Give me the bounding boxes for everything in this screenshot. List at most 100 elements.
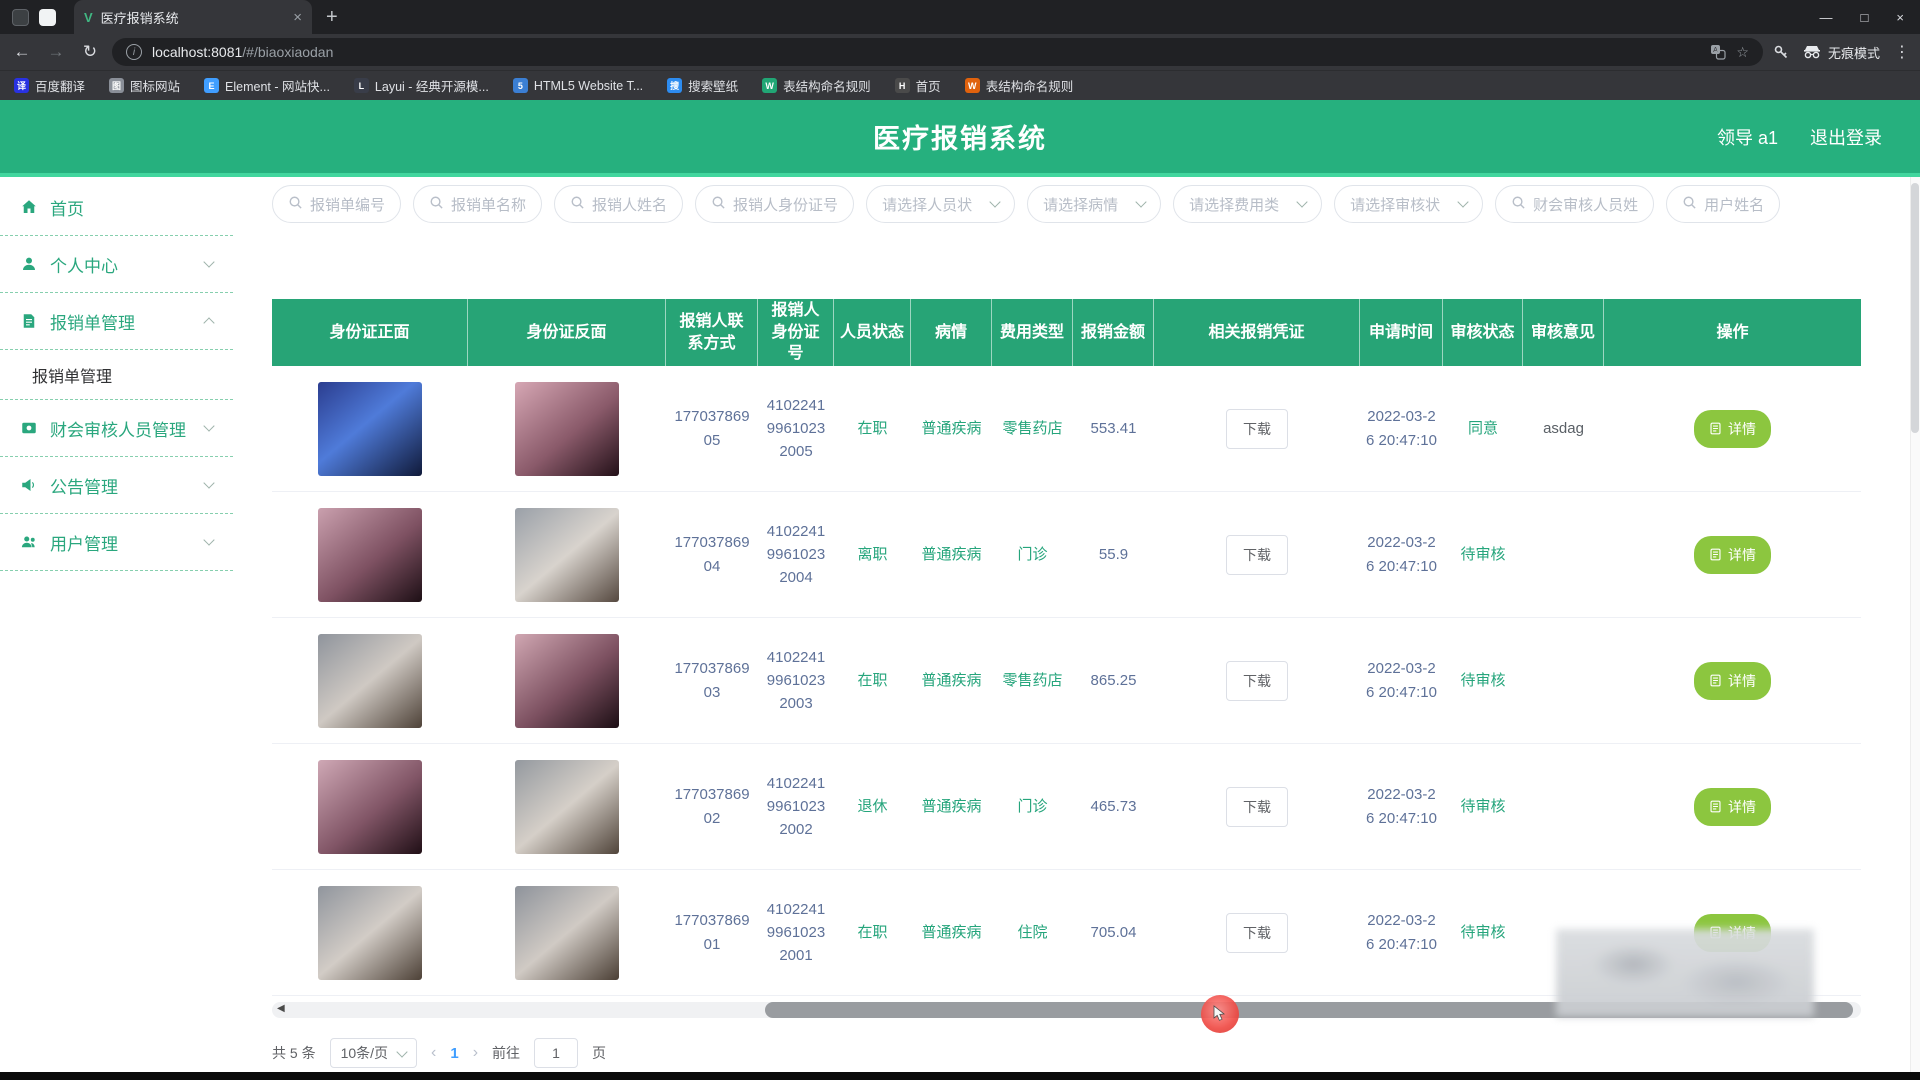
address-bar[interactable]: i localhost:8081/#/biaoxiaodan A ☆: [112, 38, 1763, 66]
pinned-tab-icon-2[interactable]: [39, 9, 56, 26]
filter-select-5[interactable]: 请选择病情: [1027, 185, 1161, 223]
table-column-header: 相关报销凭证: [1154, 299, 1360, 366]
download-button[interactable]: 下载: [1226, 787, 1288, 827]
key-icon[interactable]: [1773, 44, 1789, 60]
cell-fee_type: 住院: [992, 921, 1073, 944]
cell-voucher: 下载: [1154, 535, 1360, 575]
id-card-front-photo: [318, 886, 422, 980]
notice-icon: [20, 476, 38, 494]
id-card-back-photo: [515, 886, 619, 980]
filter-select-6[interactable]: 请选择费用类: [1173, 185, 1322, 223]
vertical-scrollbar-thumb[interactable]: [1911, 183, 1919, 433]
bookmark-item[interactable]: EElement - 网站快...: [204, 76, 330, 95]
reload-icon[interactable]: ↻: [78, 42, 102, 62]
bookmark-label: 表结构命名规则: [986, 76, 1074, 95]
logout-link[interactable]: 退出登录: [1810, 124, 1882, 150]
url-host: localhost:8081: [152, 44, 242, 60]
bookmark-star-icon[interactable]: ☆: [1736, 44, 1749, 61]
detail-button[interactable]: 详情: [1694, 410, 1771, 448]
pinned-tab-icon[interactable]: [12, 9, 29, 26]
detail-button-label: 详情: [1728, 545, 1756, 565]
detail-button[interactable]: 详情: [1694, 788, 1771, 826]
filter-input-8[interactable]: 财会审核人员姓: [1495, 185, 1654, 223]
sidebar-item-4[interactable]: 公告管理: [0, 457, 233, 514]
current-page[interactable]: 1: [450, 1045, 458, 1062]
cell-text: 410224199610232002: [764, 772, 828, 842]
filter-placeholder: 请选择人员状: [882, 194, 972, 215]
bookmark-item[interactable]: W表结构命名规则: [762, 76, 871, 95]
download-button[interactable]: 下载: [1226, 409, 1288, 449]
id-card-front-photo: [318, 382, 422, 476]
bookmark-favicon: L: [354, 78, 369, 93]
window-minimize-button[interactable]: —: [1820, 10, 1833, 25]
current-user[interactable]: 领导 a1: [1717, 124, 1778, 150]
filter-input-9[interactable]: 用户姓名: [1666, 185, 1780, 223]
forward-icon[interactable]: →: [44, 42, 68, 62]
filter-input-3[interactable]: 报销人身份证号: [695, 185, 854, 223]
download-button[interactable]: 下载: [1226, 535, 1288, 575]
chevron-down-icon: [1296, 196, 1307, 207]
bookmark-item[interactable]: H首页: [895, 76, 941, 95]
cell-amount: 705.04: [1073, 921, 1154, 944]
detail-button-label: 详情: [1728, 419, 1756, 439]
cell-text: 17703786901: [672, 909, 752, 956]
bookmark-item[interactable]: 5HTML5 Website T...: [513, 78, 643, 93]
next-page-button[interactable]: ›: [473, 1044, 478, 1062]
window-close-button[interactable]: ×: [1896, 10, 1904, 25]
bookmark-item[interactable]: 图图标网站: [109, 76, 180, 95]
tab-close-icon[interactable]: ×: [293, 9, 302, 26]
table-column-header: 报销人身份证号: [758, 299, 834, 366]
page-size-select[interactable]: 10条/页: [330, 1038, 417, 1068]
cell-text: 17703786904: [672, 531, 752, 578]
filter-input-2[interactable]: 报销人姓名: [554, 185, 683, 223]
finance-icon: [20, 419, 38, 437]
bookmark-item[interactable]: W表结构命名规则: [965, 76, 1074, 95]
site-info-icon[interactable]: i: [126, 44, 142, 60]
id-card-back-photo: [515, 634, 619, 728]
sidebar-item-5[interactable]: 用户管理: [0, 514, 233, 571]
filter-select-4[interactable]: 请选择人员状: [866, 185, 1015, 223]
bookmark-item[interactable]: 译百度翻译: [14, 76, 85, 95]
cell-photo_back: [468, 760, 666, 854]
reimbursement-table: 身份证正面身份证反面报销人联系方式报销人身份证号人员状态病情费用类型报销金额相关…: [272, 299, 1861, 996]
prev-page-button[interactable]: ‹: [431, 1044, 436, 1062]
filter-select-7[interactable]: 请选择审核状: [1334, 185, 1483, 223]
back-icon[interactable]: ←: [10, 42, 34, 62]
browser-tab-strip: V 医疗报销系统 × + — □ ×: [0, 0, 1920, 34]
table-row: 17703786902410224199610232002退休普通疾病门诊465…: [272, 744, 1861, 870]
table-column-header: 人员状态: [834, 299, 911, 366]
sidebar-item-3[interactable]: 财会审核人员管理: [0, 400, 233, 457]
window-controls: — □ ×: [1820, 0, 1904, 34]
cell-photo_front: [272, 760, 468, 854]
sidebar-item-2[interactable]: 报销单管理: [0, 293, 233, 350]
filter-placeholder: 请选择病情: [1043, 194, 1118, 215]
translate-icon[interactable]: A: [1710, 44, 1726, 60]
download-button[interactable]: 下载: [1226, 661, 1288, 701]
bookmark-item[interactable]: LLayui - 经典开源模...: [354, 76, 489, 95]
chevron-down-icon: [989, 196, 1000, 207]
cell-illness: 普通疾病: [911, 669, 992, 692]
filter-input-0[interactable]: 报销单编号: [272, 185, 401, 223]
sidebar-item-0[interactable]: 首页: [0, 179, 233, 236]
cell-audit_status: 待审核: [1443, 669, 1523, 692]
filter-input-1[interactable]: 报销单名称: [413, 185, 542, 223]
browser-menu-icon[interactable]: ⋮: [1894, 42, 1910, 62]
new-tab-button[interactable]: +: [326, 6, 338, 29]
bookmark-item[interactable]: 搜搜索壁纸: [667, 76, 738, 95]
download-button[interactable]: 下载: [1226, 913, 1288, 953]
cell-text: 在职: [857, 921, 887, 944]
cell-illness: 普通疾病: [911, 921, 992, 944]
browser-tab[interactable]: V 医疗报销系统 ×: [74, 0, 312, 34]
sidebar-subitem[interactable]: 报销单管理: [0, 350, 233, 400]
cell-text: 17703786903: [672, 657, 752, 704]
detail-button[interactable]: 详情: [1694, 536, 1771, 574]
vertical-scrollbar[interactable]: [1910, 177, 1920, 1072]
sidebar-item-1[interactable]: 个人中心: [0, 236, 233, 293]
filter-placeholder: 报销单编号: [310, 194, 385, 215]
bookmark-favicon: 5: [513, 78, 528, 93]
chevron-up-icon: [203, 317, 214, 328]
table-column-header: 身份证正面: [272, 299, 468, 366]
goto-page-input[interactable]: [534, 1038, 578, 1068]
window-maximize-button[interactable]: □: [1861, 10, 1869, 25]
detail-button[interactable]: 详情: [1694, 662, 1771, 700]
